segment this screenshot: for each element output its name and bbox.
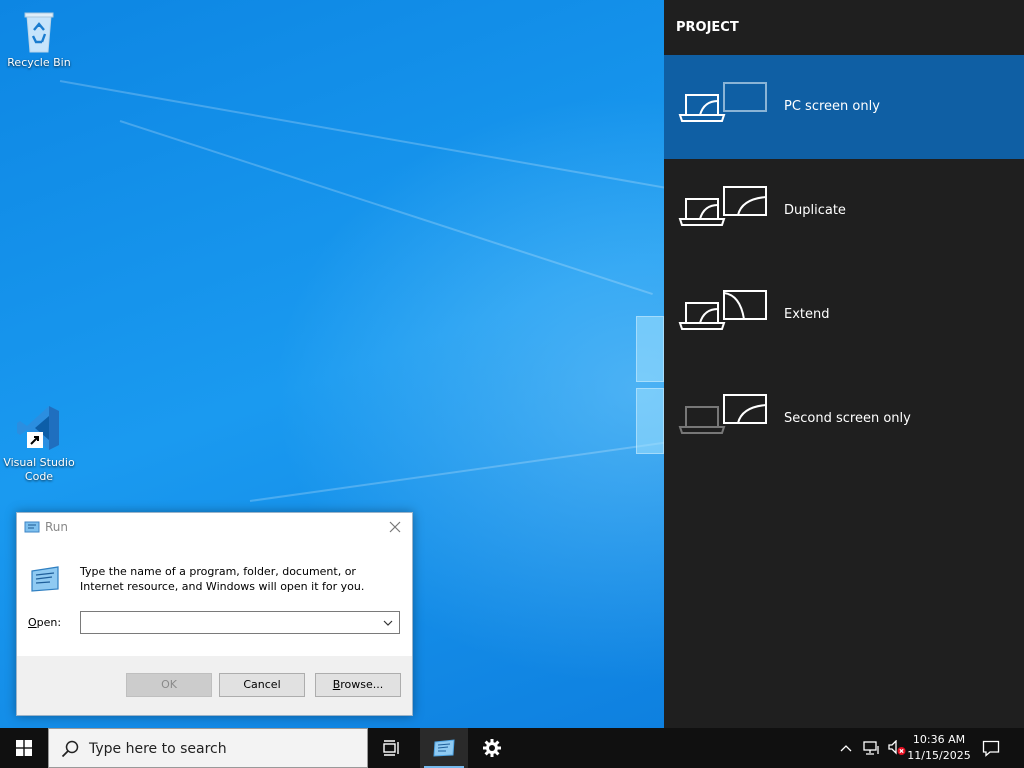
project-option-label: Second screen only xyxy=(784,411,911,426)
project-option-duplicate[interactable]: Duplicate xyxy=(664,159,1024,263)
open-combobox[interactable] xyxy=(80,611,400,634)
open-input[interactable] xyxy=(81,612,377,633)
browse-button[interactable]: Browse... xyxy=(315,673,401,697)
taskbar-run-app[interactable] xyxy=(420,728,468,768)
desktop-icon-label: Code xyxy=(24,470,54,483)
pc-screen-only-icon xyxy=(678,82,767,122)
search-icon xyxy=(61,740,79,758)
wallpaper-beam xyxy=(249,441,667,502)
clock-time: 10:36 AM xyxy=(912,733,966,746)
run-titlebar[interactable]: Run xyxy=(17,513,412,541)
desktop-icon-label: Visual Studio xyxy=(3,456,75,469)
wallpaper-beam xyxy=(119,120,653,296)
desktop-icon-vscode[interactable]: Visual Studio Code xyxy=(1,402,77,484)
run-icon xyxy=(24,521,40,533)
chevron-down-icon xyxy=(383,620,393,626)
project-option-pc-screen-only[interactable]: PC screen only xyxy=(664,55,1024,159)
taskbar: Type here to search 10:36 AM 11/15/2025 xyxy=(0,728,1024,768)
vscode-icon xyxy=(17,406,59,450)
wallpaper-window-pane xyxy=(636,316,664,382)
browse-label-text: rowse... xyxy=(340,678,384,691)
action-center-button[interactable] xyxy=(976,728,1006,768)
desktop-icon-recycle-bin[interactable]: Recycle Bin xyxy=(1,8,77,70)
recycle-bin-icon xyxy=(24,12,54,53)
extend-icon xyxy=(678,290,767,330)
open-label-accesskey: O xyxy=(28,616,37,629)
show-hidden-icons-button[interactable] xyxy=(836,728,856,768)
cancel-button[interactable]: Cancel xyxy=(219,673,305,697)
task-view-button[interactable] xyxy=(368,728,416,768)
run-dialog: Run Type the name of a program, folder, … xyxy=(16,512,413,716)
search-placeholder: Type here to search xyxy=(89,741,227,757)
taskbar-clock[interactable]: 10:36 AM 11/15/2025 xyxy=(906,732,972,764)
project-option-label: Duplicate xyxy=(784,203,846,218)
task-view-icon xyxy=(383,740,399,756)
network-tray-button[interactable] xyxy=(858,728,884,768)
run-icon xyxy=(433,739,455,757)
project-option-second-screen-only[interactable]: Second screen only xyxy=(664,367,1024,471)
run-footer: OK Cancel Browse... xyxy=(17,656,412,715)
windows-logo-icon xyxy=(16,740,32,756)
close-icon xyxy=(389,521,401,533)
open-label-text: pen: xyxy=(36,616,62,629)
wallpaper-beam xyxy=(59,80,691,194)
duplicate-icon xyxy=(678,186,767,226)
taskbar-settings-app[interactable] xyxy=(468,728,516,768)
run-title: Run xyxy=(45,520,69,534)
network-icon xyxy=(863,741,879,755)
project-option-label: PC screen only xyxy=(784,99,880,114)
start-button[interactable] xyxy=(0,728,48,768)
clock-date: 11/15/2025 xyxy=(907,749,971,762)
desktop-icon-label: Recycle Bin xyxy=(7,56,71,69)
project-pane: PROJECT PC screen only Duplicate Extend xyxy=(664,0,1024,728)
open-dropdown-button[interactable] xyxy=(377,612,399,633)
taskbar-search-box[interactable]: Type here to search xyxy=(48,728,368,768)
chevron-up-icon xyxy=(840,745,852,752)
project-title: PROJECT xyxy=(676,20,739,35)
run-description: Type the name of a program, folder, docu… xyxy=(80,565,365,593)
second-screen-only-icon xyxy=(678,394,767,434)
volume-muted-icon xyxy=(888,740,906,755)
project-option-extend[interactable]: Extend xyxy=(664,263,1024,367)
notification-icon xyxy=(982,740,1000,757)
gear-icon xyxy=(483,739,501,757)
open-label: Open: xyxy=(28,616,61,629)
wallpaper-window-pane xyxy=(636,388,664,454)
run-program-icon xyxy=(31,566,59,592)
ok-button[interactable]: OK xyxy=(126,673,212,697)
project-option-label: Extend xyxy=(784,307,830,322)
close-button[interactable] xyxy=(384,517,406,537)
